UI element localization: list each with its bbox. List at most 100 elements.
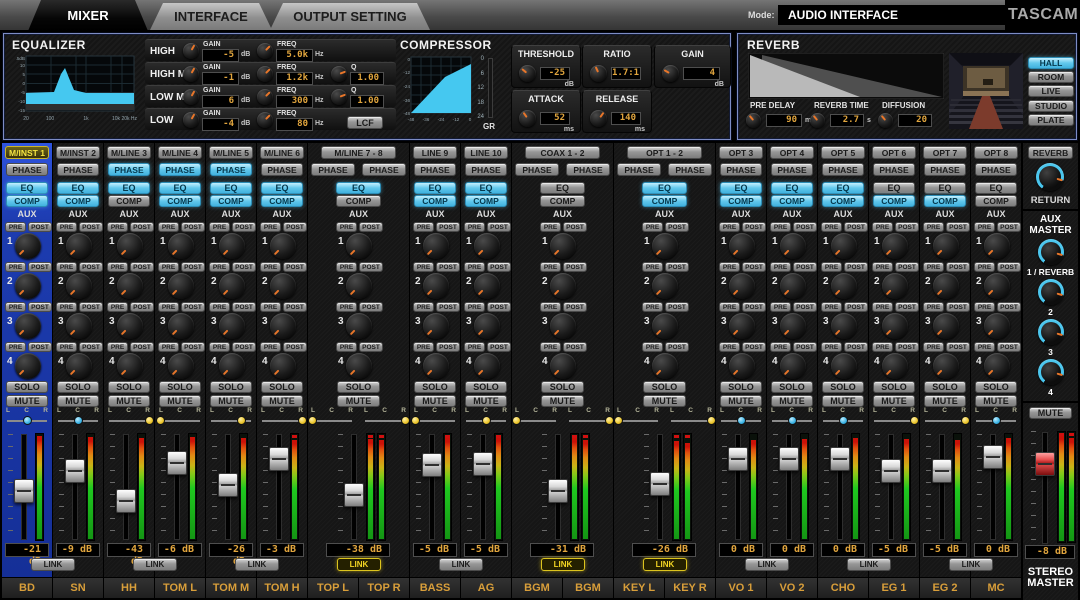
aux3-send-knob[interactable] (15, 313, 41, 339)
aux2-post-button[interactable]: POST (232, 262, 256, 272)
pan-dot[interactable] (910, 416, 919, 425)
eq-button[interactable]: EQ (261, 182, 303, 194)
aux3-post-button[interactable]: POST (997, 302, 1021, 312)
pan-control[interactable]: LCR (923, 407, 967, 431)
aux2-pre-button[interactable]: PRE (642, 262, 663, 272)
phase-button[interactable]: PHASE (822, 163, 864, 176)
pan-dot[interactable] (961, 416, 970, 425)
channel-input-button[interactable]: OPT 6 (872, 146, 916, 159)
fader-handle[interactable] (473, 452, 493, 476)
aux-master-3-knob[interactable] (1038, 319, 1064, 345)
aux2-pre-button[interactable]: PRE (719, 262, 740, 272)
eq-button[interactable]: EQ (771, 182, 813, 194)
phase-button[interactable]: PHASE (720, 163, 762, 176)
aux4-send-knob[interactable] (117, 353, 143, 379)
aux3-pre-button[interactable]: PRE (923, 302, 944, 312)
fader-handle[interactable] (167, 451, 187, 475)
channel-input-button[interactable]: M/INST 2 (56, 146, 100, 159)
phase-button[interactable]: PHASE (873, 163, 915, 176)
pan-dot[interactable] (614, 416, 623, 425)
aux1-pre-button[interactable]: PRE (107, 222, 128, 232)
aux1-post-button[interactable]: POST (742, 222, 766, 232)
aux3-post-button[interactable]: POST (436, 302, 460, 312)
aux4-pre-button[interactable]: PRE (107, 342, 128, 352)
aux2-send-knob[interactable] (550, 273, 576, 299)
eq-freq-knob[interactable] (257, 43, 273, 59)
aux3-send-knob[interactable] (550, 313, 576, 339)
aux4-send-knob[interactable] (984, 353, 1010, 379)
comp-button[interactable]: COMP (822, 195, 864, 207)
link-button[interactable]: LINK (133, 558, 177, 571)
channel-input-button[interactable]: M/LINE 4 (158, 146, 202, 159)
reverb-return-knob[interactable] (1036, 163, 1064, 191)
channel-input-button[interactable]: LINE 9 (413, 146, 457, 159)
eq-freq-knob[interactable] (257, 66, 273, 82)
comp-button[interactable]: COMP (873, 195, 915, 207)
aux3-post-button[interactable]: POST (359, 302, 383, 312)
aux2-send-knob[interactable] (423, 273, 449, 299)
pan-control[interactable]: LCR (464, 407, 508, 431)
aux1-post-button[interactable]: POST (181, 222, 205, 232)
solo-button[interactable]: SOLO (261, 381, 303, 393)
aux2-pre-button[interactable]: PRE (260, 262, 281, 272)
solo-button[interactable]: SOLO (337, 381, 380, 393)
aux3-pre-button[interactable]: PRE (770, 302, 791, 312)
pan-control[interactable]: LCR (260, 407, 304, 431)
aux1-send-knob[interactable] (933, 233, 959, 259)
aux3-pre-button[interactable]: PRE (974, 302, 995, 312)
pan-control[interactable]: LCR (5, 407, 49, 431)
fader-handle[interactable] (881, 459, 901, 483)
comp-button[interactable]: COMP (6, 195, 48, 207)
mute-button[interactable]: MUTE (924, 395, 966, 407)
channel-input-button[interactable]: M/LINE 5 (209, 146, 253, 159)
pan-control[interactable]: LCR (567, 407, 611, 431)
aux3-pre-button[interactable]: PRE (872, 302, 893, 312)
aux4-send-knob[interactable] (652, 353, 678, 379)
aux2-pre-button[interactable]: PRE (209, 262, 230, 272)
phase-button[interactable]: PHASE (159, 163, 201, 176)
aux2-post-button[interactable]: POST (487, 262, 511, 272)
aux1-pre-button[interactable]: PRE (260, 222, 281, 232)
aux3-post-button[interactable]: POST (793, 302, 817, 312)
aux1-post-button[interactable]: POST (130, 222, 154, 232)
aux3-pre-button[interactable]: PRE (56, 302, 77, 312)
eq-q-knob[interactable] (331, 66, 347, 82)
eq-button[interactable]: EQ (822, 182, 864, 194)
aux3-pre-button[interactable]: PRE (209, 302, 230, 312)
mute-button[interactable]: MUTE (414, 395, 456, 407)
channel-input-button[interactable]: OPT 3 (719, 146, 763, 159)
pan-dot[interactable] (74, 416, 83, 425)
reverb-return-button[interactable]: REVERB (1028, 146, 1073, 159)
aux3-send-knob[interactable] (474, 313, 500, 339)
aux4-send-knob[interactable] (15, 353, 41, 379)
aux1-pre-button[interactable]: PRE (719, 222, 740, 232)
mute-button[interactable]: MUTE (465, 395, 507, 407)
aux3-pre-button[interactable]: PRE (413, 302, 434, 312)
pan-control[interactable]: LCR (616, 407, 660, 431)
solo-button[interactable]: SOLO (822, 381, 864, 393)
link-button[interactable]: LINK (745, 558, 789, 571)
link-button[interactable]: LINK (235, 558, 279, 571)
aux3-pre-button[interactable]: PRE (5, 302, 26, 312)
fader-handle[interactable] (422, 453, 442, 477)
pan-control[interactable]: LCR (310, 407, 354, 431)
phase-button[interactable]: PHASE (465, 163, 507, 176)
aux3-post-button[interactable]: POST (130, 302, 154, 312)
aux2-pre-button[interactable]: PRE (5, 262, 26, 272)
reverb-type-plate[interactable]: PLATE (1028, 114, 1074, 126)
aux1-pre-button[interactable]: PRE (642, 222, 663, 232)
fader-handle[interactable] (830, 447, 850, 471)
comp-button[interactable]: COMP (414, 195, 456, 207)
aux1-post-button[interactable]: POST (997, 222, 1021, 232)
aux1-send-knob[interactable] (15, 233, 41, 259)
aux2-send-knob[interactable] (346, 273, 372, 299)
aux3-post-button[interactable]: POST (283, 302, 307, 312)
pan-control[interactable]: LCR (872, 407, 916, 431)
aux3-send-knob[interactable] (168, 313, 194, 339)
link-button[interactable]: LINK (847, 558, 891, 571)
mute-button[interactable]: MUTE (541, 395, 584, 407)
channel-input-button[interactable]: OPT 1 - 2 (627, 146, 702, 159)
aux4-pre-button[interactable]: PRE (719, 342, 740, 352)
aux4-post-button[interactable]: POST (130, 342, 154, 352)
eq-button[interactable]: EQ (540, 182, 585, 194)
